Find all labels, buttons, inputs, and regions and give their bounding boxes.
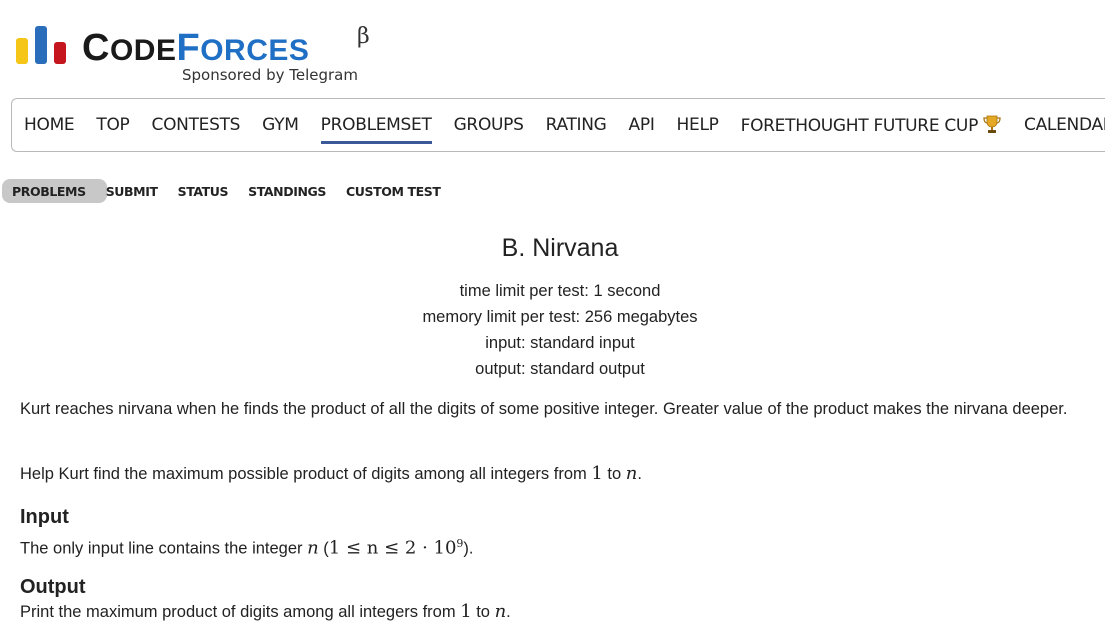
tab-status[interactable]: STATUS [178,184,229,199]
codeforces-logo[interactable]: CODEFORCES β Sponsored by Telegram [16,24,396,88]
beta-mark: β [357,24,370,49]
menu-contests[interactable]: CONTESTS [152,115,241,135]
codeforces-page: CODEFORCES β Sponsored by Telegram HOME … [0,0,1105,641]
main-menu: HOME TOP CONTESTS GYM PROBLEMSET GROUPS … [11,98,1105,152]
menu-home[interactable]: HOME [24,115,75,135]
input-spec: input: standard input [485,334,635,352]
output-section-title: Output [20,576,86,598]
codeforces-bars-icon [16,26,66,64]
second-level-menu: PROBLEMS SUBMIT STATUS STANDINGS CUSTOM … [2,179,441,203]
menu-top[interactable]: TOP [96,115,129,135]
sponsor-text: Sponsored by Telegram [182,66,358,84]
menu-groups[interactable]: GROUPS [454,115,524,135]
trophy-icon [983,115,1001,133]
legend-paragraph-2: Help Kurt find the maximum possible prod… [20,463,642,484]
menu-problemset[interactable]: PROBLEMSET [320,115,432,144]
menu-forethought-future-cup[interactable]: FORETHOUGHT FUTURE CUP [741,114,1002,136]
tab-custom-test[interactable]: CUSTOM TEST [346,184,441,199]
problem-title: B. Nirvana [501,234,619,262]
input-section-text: The only input line contains the integer… [20,537,474,559]
logo-wordmark: CODEFORCES [82,27,310,69]
output-spec: output: standard output [475,360,645,378]
input-section-title: Input [20,506,69,528]
tab-submit[interactable]: SUBMIT [106,184,158,199]
menu-gym[interactable]: GYM [262,115,299,135]
time-limit: time limit per test: 1 second [459,282,661,300]
memory-limit: memory limit per test: 256 megabytes [422,308,698,326]
menu-api[interactable]: API [629,115,655,135]
legend-paragraph-1: Kurt reaches nirvana when he finds the p… [20,400,1068,418]
menu-calendar[interactable]: CALENDAR [1024,115,1105,135]
tab-problems[interactable]: PROBLEMS [12,184,86,199]
menu-help[interactable]: HELP [677,115,719,135]
output-section-text: Print the maximum product of digits amon… [20,601,511,622]
problem-limits: time limit per test: 1 second memory lim… [0,278,1105,382]
tab-standings[interactable]: STANDINGS [248,184,326,199]
menu-rating[interactable]: RATING [546,115,607,135]
